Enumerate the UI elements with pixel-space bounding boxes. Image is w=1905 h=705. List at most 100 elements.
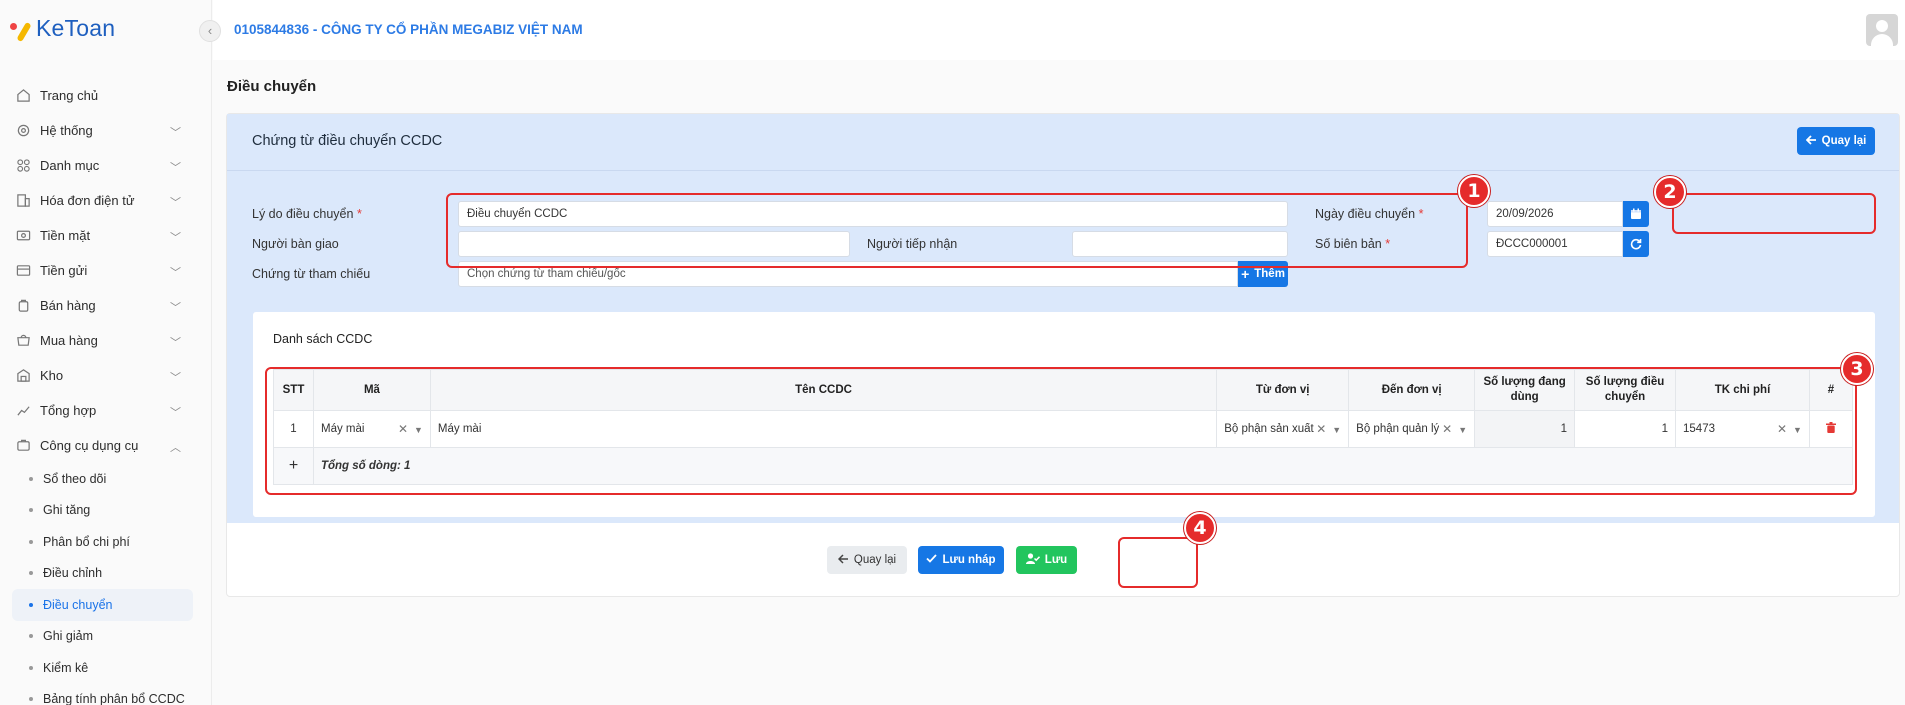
chevron-down-icon: ﹀ [170,162,181,174]
warehouse-icon [14,367,32,385]
sidebar-subitem-2[interactable]: Ghi tăng [0,495,212,527]
card-title: Chứng từ điều chuyển CCDC [252,133,443,149]
reason-label: Lý do điều chuyển * [252,207,362,221]
page-title: Điều chuyển [227,78,317,95]
annotation-badge-2: 2 [1654,176,1686,208]
save-draft-label: Lưu nháp [942,554,996,566]
sidebar-item-5[interactable]: Tiền mặt ﹀ [0,218,212,253]
sidebar-item-label: Hóa đơn điện tử [40,193,135,208]
bullet-icon [29,634,33,639]
grid-icon [14,157,32,175]
sidebar-subitem-7[interactable]: Kiểm kê [0,652,212,684]
sidebar-item-label: Tổng hợp [40,403,97,418]
sidebar-item-10[interactable]: Tổng hợp ﹀ [0,393,212,428]
sidebar-menu: Trang chủ Hệ thống ﹀ Danh mục ﹀ Hóa đơn điện … [0,78,212,705]
gear-icon [14,122,32,140]
bullet-icon [29,665,33,670]
sidebar-item-1[interactable]: Trang chủ [0,78,212,113]
transfer-card: Chứng từ điều chuyển CCDC Quay lại Lý do… [226,113,1900,597]
sidebar-subitem-6[interactable]: Ghi giảm [0,621,212,653]
chevron-up-icon: ︿ [170,442,181,454]
plus-icon: + [1241,266,1250,282]
back-button-top[interactable]: Quay lại [1797,127,1875,155]
annotation-box-1 [446,193,1468,268]
sidebar-subitem-label: Bảng tính phân bổ CCDC [43,692,185,705]
user-check-icon [1025,553,1040,567]
calendar-icon[interactable] [1623,201,1649,227]
save-button[interactable]: Lưu [1016,546,1077,574]
sidebar-item-9[interactable]: Kho ﹀ [0,358,212,393]
home-icon [14,87,32,105]
add-ref-label: Thêm [1254,268,1285,280]
sidebar-item-6[interactable]: Tiền gửi ﹀ [0,253,212,288]
logo[interactable]: KeToan [10,15,115,42]
bullet-icon [29,602,33,607]
sidebar-item-8[interactable]: Mua hàng ﹀ [0,323,212,358]
bullet-icon [29,476,33,481]
sidebar-item-label: Kho [40,368,64,383]
arrow-left-icon [837,553,849,567]
sidebar-item-label: Bán hàng [40,298,96,313]
list-title: Danh sách CCDC [273,332,373,346]
logo-mark-icon [10,16,32,42]
date-input[interactable]: 20/09/2026 [1487,201,1623,227]
sidebar-item-11[interactable]: Công cụ dụng cụ ︿ [0,428,212,463]
sales-icon [14,297,32,315]
sidebar-subitem-8[interactable]: Bảng tính phân bổ CCDC [0,684,212,705]
chevron-down-icon: ﹀ [170,197,181,209]
chevron-down-icon: ﹀ [170,302,181,314]
sidebar-collapse-button[interactable]: ‹ [199,20,221,42]
sidebar-subitem-label: Ghi tăng [43,503,91,518]
annotation-badge-3: 3 [1841,353,1873,385]
sidebar-subitem-label: Phân bổ chi phí [43,534,130,549]
chevron-down-icon: ﹀ [170,407,181,419]
sidebar-subitem-label: Điều chỉnh [43,566,103,581]
sidebar: KeToan Trang chủ Hệ thống ﹀ Danh mục ﹀ Hóa đơ… [0,0,212,705]
annotation-box-4 [1118,537,1198,588]
save-button-label: Lưu [1044,554,1068,566]
sidebar-subitem-3[interactable]: Phân bổ chi phí [0,526,212,558]
bullet-icon [29,508,33,513]
sidebar-subitem-4[interactable]: Điều chỉnh [0,558,212,590]
sidebar-subitem-label: Sổ theo dõi [43,471,107,486]
annotation-box-2 [1672,193,1876,234]
save-draft-button[interactable]: Lưu nháp [918,546,1004,574]
back-button-label: Quay lại [853,554,897,566]
invoice-icon [14,192,32,210]
cart-icon [14,332,32,350]
bullet-icon [29,697,33,702]
chart-icon [14,402,32,420]
check-icon [926,554,938,566]
bank-icon [14,262,32,280]
sidebar-item-label: Tiền gửi [40,263,88,278]
sender-label: Người bàn giao [252,237,339,251]
logo-text: KeToan [36,15,116,41]
sidebar-subitem-1[interactable]: Sổ theo dõi [0,463,212,495]
ref-label: Chứng từ tham chiếu [252,267,371,281]
annotation-badge-1: 1 [1458,175,1490,207]
avatar[interactable] [1866,14,1898,46]
sidebar-item-3[interactable]: Danh mục ﹀ [0,148,212,183]
sidebar-item-4[interactable]: Hóa đơn điện tử ﹀ [0,183,212,218]
arrow-left-icon [1805,134,1817,148]
chevron-down-icon: ﹀ [170,232,181,244]
chevron-down-icon: ﹀ [170,127,181,139]
sidebar-item-label: Mua hàng [40,333,98,348]
refresh-icon[interactable] [1623,231,1649,257]
sidebar-item-label: Công cụ dụng cụ [40,438,139,453]
back-button[interactable]: Quay lại [827,546,907,574]
sidebar-item-label: Danh mục [40,158,100,173]
record-no-input[interactable]: ĐCCC000001 [1487,231,1623,257]
chevron-down-icon: ﹀ [170,372,181,384]
sidebar-item-2[interactable]: Hệ thống ﹀ [0,113,212,148]
sidebar-subitem-label: Ghi giảm [43,629,94,644]
card-divider [227,170,1899,171]
chevron-down-icon: ﹀ [170,267,181,279]
chevron-down-icon: ﹀ [170,337,181,349]
sidebar-subitem-label: Kiểm kê [43,660,89,675]
sidebar-subitem-5[interactable]: Điều chuyển [12,589,193,621]
sidebar-item-7[interactable]: Bán hàng ﹀ [0,288,212,323]
bullet-icon [29,539,33,544]
tools-icon [14,437,32,455]
annotation-badge-4: 4 [1184,512,1216,544]
